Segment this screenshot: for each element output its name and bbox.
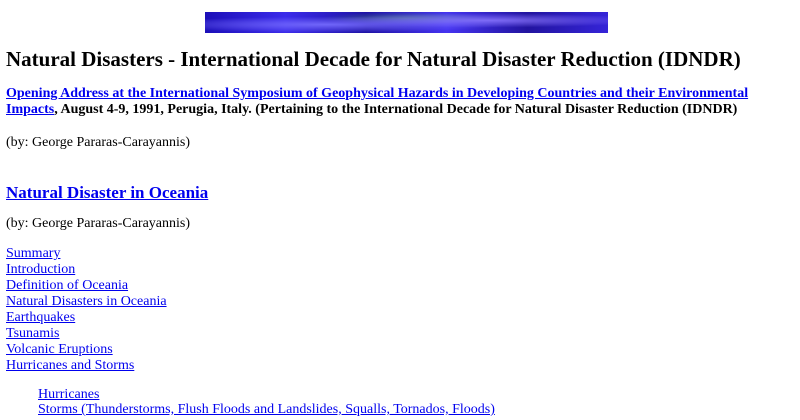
list-item: Hurricanes and Storms: [6, 358, 167, 374]
list-item: Introduction: [6, 262, 167, 278]
list-item: Hurricanes: [38, 387, 495, 402]
table-of-contents: Summary Introduction Definition of Ocean…: [6, 246, 167, 374]
list-item: Volcanic Eruptions: [6, 342, 167, 358]
list-item: Definition of Oceania: [6, 278, 167, 294]
toc-link-definition[interactable]: Definition of Oceania: [6, 278, 128, 293]
toc-link-earthquakes[interactable]: Earthquakes: [6, 310, 75, 325]
section-heading: Natural Disaster in Oceania: [6, 183, 208, 203]
page: Natural Disasters - International Decade…: [0, 0, 800, 420]
list-item: Summary: [6, 246, 167, 262]
intro-paragraph: Opening Address at the International Sym…: [6, 86, 796, 118]
toc-link-volcanic-eruptions[interactable]: Volcanic Eruptions: [6, 342, 113, 357]
list-item: Storms (Thunderstorms, Flush Floods and …: [38, 402, 495, 417]
byline-first: (by: George Pararas-Carayannis): [6, 135, 191, 150]
banner-image: [205, 12, 608, 33]
sub-table-of-contents: Hurricanes Storms (Thunderstorms, Flush …: [38, 387, 495, 417]
toc-link-summary[interactable]: Summary: [6, 246, 60, 261]
toc-link-hurricanes-storms[interactable]: Hurricanes and Storms: [6, 358, 134, 373]
toc-link-tsunamis[interactable]: Tsunamis: [6, 326, 59, 341]
intro-rest-text: , August 4-9, 1991, Perugia, Italy. (Per…: [54, 102, 738, 117]
list-item: Natural Disasters in Oceania: [6, 294, 167, 310]
list-item: Earthquakes: [6, 310, 167, 326]
byline-second: (by: George Pararas-Carayannis): [6, 216, 191, 231]
natural-disaster-oceania-link[interactable]: Natural Disaster in Oceania: [6, 183, 208, 202]
subtoc-link-hurricanes[interactable]: Hurricanes: [38, 387, 99, 402]
page-title: Natural Disasters - International Decade…: [6, 47, 741, 71]
list-item: Tsunamis: [6, 326, 167, 342]
toc-link-natural-disasters[interactable]: Natural Disasters in Oceania: [6, 294, 167, 309]
toc-link-introduction[interactable]: Introduction: [6, 262, 75, 277]
subtoc-link-storms[interactable]: Storms (Thunderstorms, Flush Floods and …: [38, 402, 495, 417]
